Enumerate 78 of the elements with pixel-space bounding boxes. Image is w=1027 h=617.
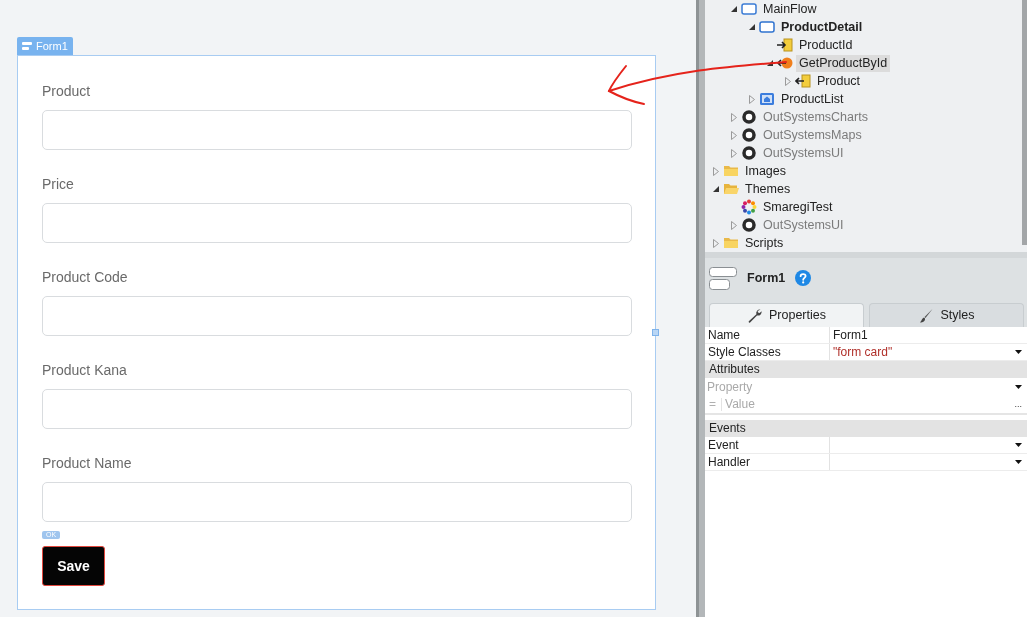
property-name: Name xyxy=(705,327,830,343)
input-field[interactable] xyxy=(42,482,632,522)
collapsed-triangle-icon[interactable] xyxy=(731,112,737,122)
collapsed-triangle-icon[interactable] xyxy=(731,148,737,158)
property-field[interactable]: Property xyxy=(707,379,1015,394)
equals-sign: = xyxy=(707,397,722,411)
form-icon xyxy=(22,42,32,50)
expanded-triangle-icon[interactable] xyxy=(713,186,719,192)
screen-icon xyxy=(759,19,775,35)
tree-item[interactable]: OutSystemsCharts xyxy=(760,108,871,126)
tree-item[interactable]: GetProductById xyxy=(796,54,891,72)
expanded-triangle-icon[interactable] xyxy=(731,6,737,12)
folder-icon xyxy=(723,163,739,179)
home-screen-icon xyxy=(759,91,775,107)
ring-icon xyxy=(741,109,757,125)
element-title: Form1 xyxy=(747,269,786,287)
ring-icon xyxy=(741,145,757,161)
ring-icon xyxy=(741,217,757,233)
tab[interactable]: Styles xyxy=(869,303,1024,327)
tree-item[interactable]: Images xyxy=(742,162,789,180)
field-label: Price xyxy=(42,175,74,194)
field-label: Product Code xyxy=(42,268,128,287)
collapsed-triangle-icon[interactable] xyxy=(785,76,791,86)
property-dropdown[interactable]: "form card" xyxy=(830,344,1027,360)
field-label: Product Name xyxy=(42,454,132,473)
input-field[interactable] xyxy=(42,203,632,243)
caret-icon[interactable] xyxy=(1015,460,1022,464)
collapsed-triangle-icon[interactable] xyxy=(731,220,737,230)
expanded-triangle-icon[interactable] xyxy=(749,24,755,30)
circle-arrow-icon xyxy=(777,55,793,71)
output-parameter-icon xyxy=(795,73,811,89)
input-field[interactable] xyxy=(42,389,632,429)
help-icon[interactable] xyxy=(795,270,812,286)
collapsed-triangle-icon[interactable] xyxy=(713,238,719,248)
tab[interactable]: Properties xyxy=(709,303,864,327)
property-name: Style Classes xyxy=(705,344,830,360)
tree-item[interactable]: SmaregiTest xyxy=(760,198,836,216)
caret-icon[interactable] xyxy=(1015,384,1022,389)
section-header: Attributes xyxy=(705,361,1027,378)
property-text-field[interactable]: Form1 xyxy=(830,327,1027,343)
collapsed-triangle-icon[interactable] xyxy=(731,130,737,140)
open-folder-icon xyxy=(723,181,739,197)
tree-item[interactable]: OutSystemsUI xyxy=(760,144,847,162)
tree-item[interactable]: Scripts xyxy=(742,234,787,252)
color-wheel-icon xyxy=(741,199,757,215)
ring-icon xyxy=(741,127,757,143)
form-icon xyxy=(709,266,737,290)
tree-item[interactable]: OutSystemsMaps xyxy=(760,126,865,144)
property-name: Handler xyxy=(705,454,830,470)
value-input-field[interactable]: Value xyxy=(725,396,1011,412)
scrollbar[interactable] xyxy=(1022,0,1027,245)
tree-item[interactable]: Themes xyxy=(742,180,794,198)
field-label: Product Kana xyxy=(42,361,127,380)
tree-item[interactable]: MainFlow xyxy=(760,0,820,18)
expanded-triangle-icon[interactable] xyxy=(767,60,773,66)
resize-handle[interactable] xyxy=(652,329,659,336)
wrench-icon xyxy=(747,307,763,324)
property-name: Event xyxy=(705,437,830,453)
collapsed-triangle-icon[interactable] xyxy=(713,166,719,176)
tree-item[interactable]: ProductList xyxy=(778,90,847,108)
input-field[interactable] xyxy=(42,296,632,336)
more-button[interactable]: ... xyxy=(1014,399,1022,409)
input-field[interactable] xyxy=(42,110,632,150)
tree-item[interactable]: Product xyxy=(814,72,864,90)
collapsed-triangle-icon[interactable] xyxy=(749,94,755,104)
section-header: Events xyxy=(705,420,1027,437)
tree-item[interactable]: ProductId xyxy=(796,36,856,54)
tree-item[interactable]: OutSystemsUI xyxy=(760,216,847,234)
tree-item[interactable]: ProductDetail xyxy=(778,18,866,36)
caret-icon[interactable] xyxy=(1015,350,1022,354)
flow-icon xyxy=(741,1,757,17)
splitter-bar[interactable] xyxy=(696,0,705,617)
folder-icon xyxy=(723,235,739,251)
caret-icon[interactable] xyxy=(1015,443,1022,447)
save-button[interactable]: Save xyxy=(42,546,105,586)
input-parameter-icon xyxy=(777,37,793,53)
field-label: Product xyxy=(42,82,91,101)
form-tag-label: Form1 xyxy=(36,39,68,54)
